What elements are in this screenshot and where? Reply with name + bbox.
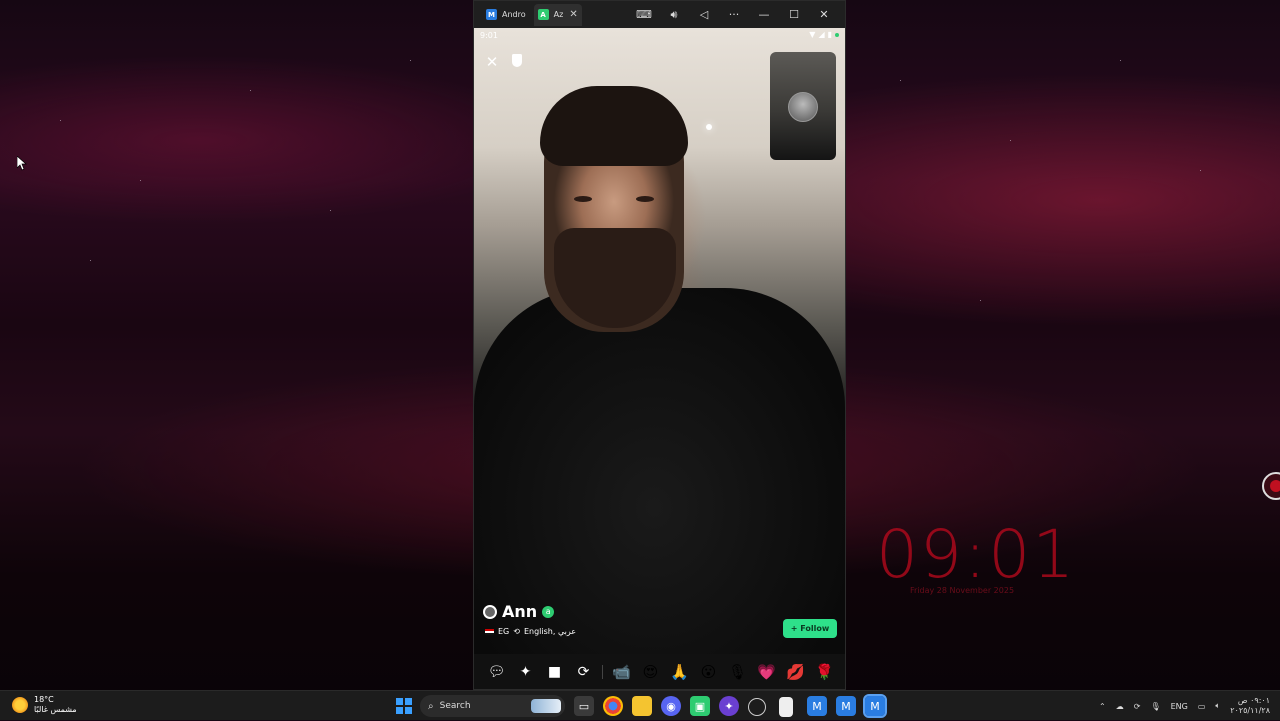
tab-label: Az <box>553 10 564 19</box>
search-placeholder: Search <box>439 701 471 711</box>
gift-item[interactable]: 😍 <box>636 657 665 686</box>
volume-icon[interactable]: 🔊︎ <box>659 1 689 28</box>
close-call-icon[interactable]: ✕ <box>484 54 500 70</box>
gift-item[interactable]: 😮 <box>694 657 723 686</box>
ceiling-light <box>706 124 712 130</box>
task-view-icon[interactable]: ▭ <box>574 696 594 716</box>
search-highlight-image <box>531 699 561 713</box>
azar-taskbar-icon[interactable]: ▣ <box>690 696 710 716</box>
maximize-button[interactable]: ☐ <box>779 1 809 28</box>
shield-icon[interactable] <box>512 54 522 67</box>
emulator-taskbar-icon-active[interactable]: M <box>863 694 887 718</box>
recording-dot-icon <box>835 32 839 37</box>
gift-item[interactable]: 💗 <box>752 657 781 686</box>
gift-item[interactable]: 🎙 <box>723 657 752 686</box>
tab-close-icon[interactable]: ✕ <box>569 9 577 20</box>
verified-badge-icon: a <box>542 605 555 618</box>
emulator-window: M Andro A Az ✕ ⌨ 🔊︎ ◁ ··· — ☐ ✕ 9:01 ▼ ◢… <box>473 0 846 690</box>
minimize-button[interactable]: — <box>749 1 779 28</box>
tray-date: ٢٠٢٥/١١/٢٨ <box>1230 706 1270 715</box>
signal-icon: ◢ <box>818 30 825 39</box>
mic-icon[interactable]: 🎙︎ <box>1150 702 1160 711</box>
gift-item[interactable]: 🙏 <box>665 657 694 686</box>
weather-widget[interactable]: 18°C مشمس غالبًا <box>12 695 77 715</box>
self-avatar <box>788 92 818 122</box>
gift-item[interactable]: 💋 <box>781 657 810 686</box>
back-triangle-icon[interactable]: ◁ <box>689 1 719 28</box>
clock-app-icon[interactable] <box>748 698 766 716</box>
keyboard-icon[interactable]: ⌨ <box>629 1 659 28</box>
search-icon: ⌕ <box>428 700 434 712</box>
windows-taskbar: 18°C مشمس غالبًا ⌕ Search ▭ ◉ ▣ ✦ M M M … <box>0 690 1280 720</box>
tab-android[interactable]: M Andro <box>482 4 530 26</box>
weather-sun-icon <box>12 697 28 713</box>
emulator-titlebar: M Andro A Az ✕ ⌨ 🔊︎ ◁ ··· — ☐ ✕ <box>474 1 845 28</box>
start-button[interactable] <box>396 698 412 714</box>
magic-wand-icon[interactable]: ✦ <box>511 657 540 686</box>
egypt-flag-icon <box>485 628 494 635</box>
user-name: Ann <box>502 602 538 621</box>
divider <box>602 664 603 679</box>
tab-azar[interactable]: A Az ✕ <box>533 3 582 26</box>
desktop-clock: 09:01 <box>876 516 1077 593</box>
gift-item[interactable]: 🌹 <box>810 657 839 686</box>
chrome-icon[interactable] <box>603 696 623 716</box>
tab-label: Andro <box>502 10 526 19</box>
remote-user-info[interactable]: Ann a <box>483 602 555 621</box>
speaker-icon[interactable]: 🔈︎ <box>1215 701 1220 711</box>
video-person-eyes <box>574 196 662 204</box>
desktop-clock-date: Friday 28 November 2025 <box>910 586 1015 595</box>
emulator-taskbar-icon[interactable]: M <box>807 696 827 716</box>
call-action-bar: 💬︎ ✦ ■ ⟳ 📹 😍 🙏 😮 🎙 💗 💋 🌹 <box>474 654 845 689</box>
switch-camera-icon[interactable]: ⟳ <box>569 657 598 686</box>
gift-item[interactable]: 📹 <box>607 657 636 686</box>
user-avatar <box>483 604 497 619</box>
weather-desc: مشمس غالبًا <box>34 705 77 714</box>
battery-icon: ▮ <box>827 30 832 39</box>
android-emulator-icon: M <box>486 9 497 20</box>
discord-icon[interactable]: ◉ <box>661 696 681 716</box>
follow-button[interactable]: + Follow <box>783 619 837 638</box>
sync-icon[interactable]: ⟳ <box>1134 702 1141 711</box>
close-window-button[interactable]: ✕ <box>809 1 839 28</box>
display-icon[interactable]: ▭ <box>1198 702 1206 711</box>
more-icon[interactable]: ··· <box>719 1 749 28</box>
document-icon[interactable] <box>779 697 793 717</box>
side-floating-icon[interactable] <box>1262 472 1280 500</box>
phone-screen: 9:01 ▼ ◢ ▮ ✕ Ann a EG ⟲ English, عربي + … <box>474 28 845 689</box>
status-icons: ▼ ◢ ▮ <box>809 30 839 39</box>
taskbar-search[interactable]: ⌕ Search <box>420 695 565 717</box>
input-language[interactable]: ENG <box>1171 702 1188 711</box>
cloud-icon[interactable]: ☁ <box>1116 702 1124 711</box>
user-country: EG <box>498 627 510 636</box>
user-meta: EG ⟲ English, عربي <box>485 627 576 636</box>
azar-app-icon: A <box>537 9 549 20</box>
wifi-icon: ▼ <box>809 30 816 39</box>
video-camera-icon[interactable]: ■ <box>540 657 569 686</box>
chat-bubble-icon[interactable]: 💬︎ <box>482 657 511 686</box>
tray-time: ٠٩:٠١ ص <box>1237 696 1270 705</box>
tray-clock[interactable]: ٠٩:٠١ ص ٢٠٢٥/١١/٢٨ <box>1230 696 1270 716</box>
app-purple-icon[interactable]: ✦ <box>719 696 739 716</box>
self-view-pip[interactable] <box>770 52 836 160</box>
emulator-taskbar-icon-2[interactable]: M <box>836 696 856 716</box>
weather-temp: 18°C <box>34 695 54 704</box>
file-explorer-icon[interactable] <box>632 696 652 716</box>
status-time: 9:01 <box>480 31 498 40</box>
user-languages: English, عربي <box>523 627 577 636</box>
system-tray: ⌃ ☁ ⟳ 🎙︎ ENG ▭ 🔈︎ ٠٩:٠١ ص ٢٠٢٥/١١/٢٨ <box>1099 691 1270 721</box>
translate-icon: ⟲ <box>513 627 520 636</box>
video-person-hair <box>540 86 688 166</box>
chevron-up-icon[interactable]: ⌃ <box>1099 702 1106 711</box>
